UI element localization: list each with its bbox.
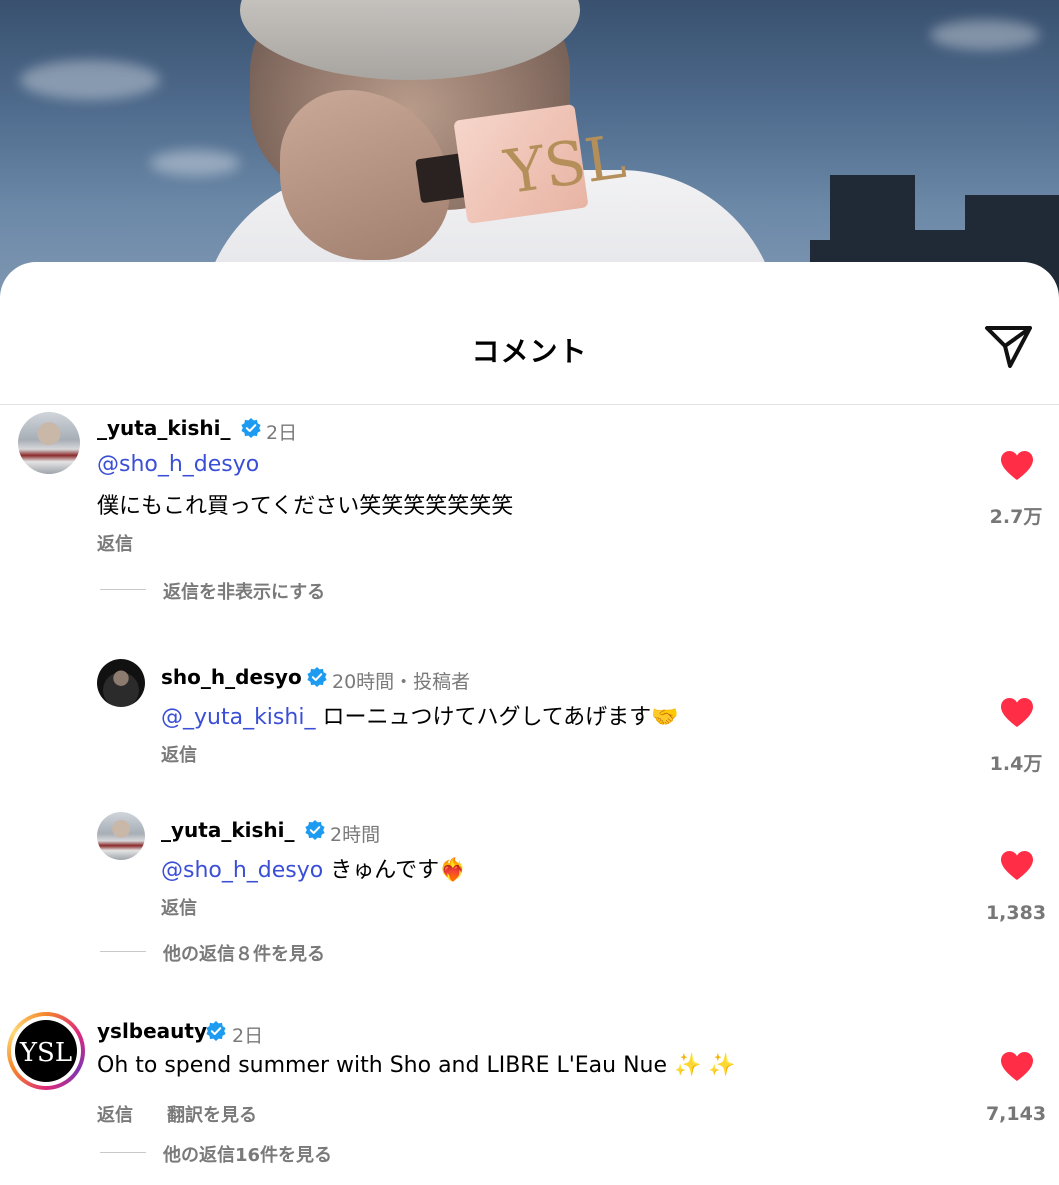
comment-time: 2日 [232,1025,264,1047]
sheet-header: コメント [0,262,1059,405]
comment-text: きゅんです❤️‍🔥 [323,858,467,883]
verified-badge-icon [241,418,261,438]
comment-time: 20時間・投稿者 [332,671,471,693]
comment-mention[interactable]: @_yuta_kishi_ [161,705,315,730]
comment-text-line: @sho_h_desyo きゅんです❤️‍🔥 [161,852,467,884]
comment-text: Oh to spend summer with Sho and LIBRE L'… [97,1053,736,1078]
reply-button[interactable]: 返信 [97,1101,133,1127]
reply-item: _yuta_kishi_ 2時間 @sho_h_desyo きゅんです❤️‍🔥 … [0,810,1059,970]
reply-button[interactable]: 返信 [161,894,197,920]
comment-text: ローニュつけてハグしてあげます🤝 [315,705,679,730]
heart-icon[interactable] [1000,697,1034,729]
avatar[interactable] [18,412,80,474]
comment-mention[interactable]: @sho_h_desyo [97,452,259,477]
comment-time: 2日 [266,422,298,444]
sheet-title: コメント [471,335,588,368]
view-more-replies-button[interactable]: 他の返信８件を見る [163,940,325,966]
paper-plane-icon[interactable] [984,324,1034,370]
comment-text-line: @_yuta_kishi_ ローニュつけてハグしてあげます🤝 [161,699,679,731]
thread-line [100,589,146,590]
like-count: 1,383 [985,902,1047,924]
comment-item: YSL yslbeauty 2日 Oh to spend summer with… [0,1007,1059,1185]
avatar[interactable] [97,659,145,707]
verified-badge-icon [305,820,325,840]
reply-button[interactable]: 返信 [161,741,197,767]
heart-icon[interactable] [1000,1051,1034,1083]
post-photo: YSL [0,0,1059,300]
verified-badge-icon [307,667,327,687]
hide-replies-button[interactable]: 返信を非表示にする [163,578,325,604]
comment-username[interactable]: sho_h_desyo [161,665,302,689]
thread-line [100,951,146,952]
comment-time: 2時間 [330,824,381,846]
avatar[interactable] [97,812,145,860]
like-count: 2.7万 [989,506,1043,528]
like-count: 7,143 [985,1103,1047,1125]
reply-button[interactable]: 返信 [97,530,133,556]
avatar[interactable]: YSL [7,1012,85,1090]
heart-icon[interactable] [1000,850,1034,882]
comment-text: 僕にもこれ買ってください笑笑笑笑笑笑笑 [97,494,514,519]
reply-item: sho_h_desyo 20時間・投稿者 @_yuta_kishi_ ローニュつ… [0,657,1059,807]
comment-item: _yuta_kishi_ 2日 @sho_h_desyo 僕にもこれ買ってくださ… [0,404,1059,604]
comments-sheet: コメント _yuta_kishi_ 2日 @sho_h_desyo 僕にもこれ買… [0,262,1059,1185]
view-more-replies-button[interactable]: 他の返信16件を見る [163,1141,332,1167]
thread-line [100,1152,146,1153]
ysl-logo: YSL [15,1020,77,1082]
comment-username[interactable]: _yuta_kishi_ [97,416,231,440]
comment-username[interactable]: yslbeauty [97,1019,207,1043]
verified-badge-icon [206,1021,226,1041]
comment-mention[interactable]: @sho_h_desyo [161,858,323,883]
translate-button[interactable]: 翻訳を見る [167,1101,257,1127]
comment-username[interactable]: _yuta_kishi_ [161,818,295,842]
heart-icon[interactable] [1000,450,1034,482]
like-count: 1.4万 [989,753,1043,775]
